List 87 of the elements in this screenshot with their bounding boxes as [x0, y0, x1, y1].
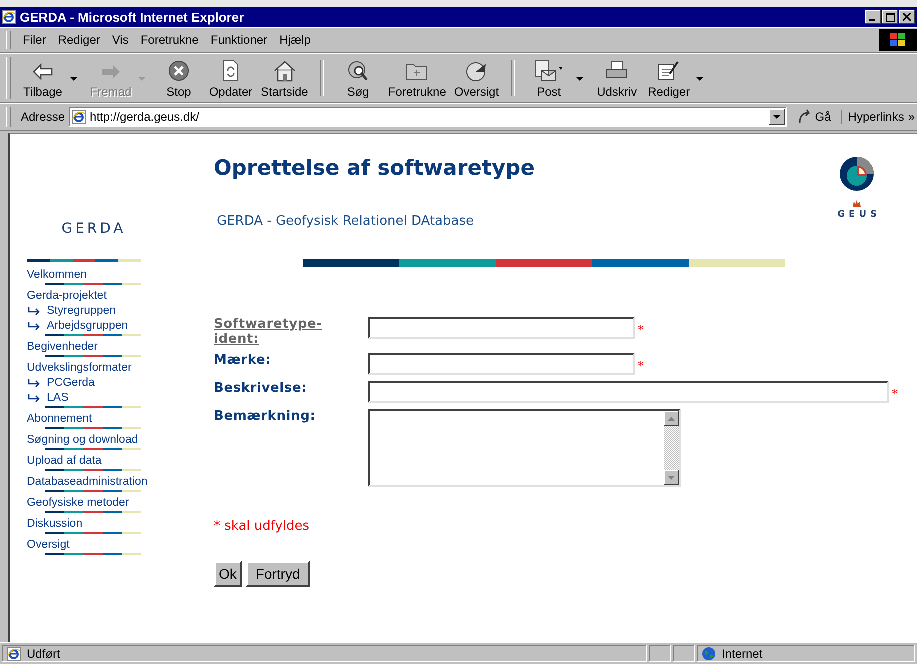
- toolbar-button[interactable]: Opdater: [205, 57, 257, 99]
- nav-link[interactable]: Gerda-projektet: [27, 289, 184, 304]
- status-pane: [649, 645, 671, 662]
- toolbar-button[interactable]: Stop: [153, 57, 205, 99]
- close-icon: [903, 13, 911, 21]
- ok-button[interactable]: Ok: [214, 561, 242, 587]
- required-mark: *: [892, 387, 898, 401]
- toolbar-button[interactable]: Foretrukne: [384, 57, 450, 99]
- toolbar-button[interactable]: Tilbage: [17, 57, 69, 99]
- minimize-button[interactable]: [865, 10, 881, 24]
- arrow-icon: [28, 307, 41, 316]
- refresh-icon: [222, 60, 240, 82]
- nav-link[interactable]: Arbejdsgruppen: [47, 319, 128, 334]
- clock-icon: [464, 60, 489, 82]
- windows-flag-icon: [879, 29, 917, 51]
- forward-arrow-icon: [100, 62, 122, 82]
- status-pane: [673, 645, 695, 662]
- mail-icon: [534, 60, 564, 82]
- brand-name: GERDA: [60, 221, 128, 237]
- required-mark: *: [638, 359, 644, 373]
- globe-icon: [702, 646, 716, 660]
- nav-link[interactable]: Diskussion: [27, 517, 184, 532]
- page-icon: [72, 110, 86, 124]
- logo-text: GEUS: [836, 210, 881, 220]
- required-mark: *: [638, 323, 644, 337]
- up-caret-icon: [668, 416, 675, 420]
- maximize-icon: [886, 12, 894, 22]
- menu-item[interactable]: Filer: [17, 31, 52, 49]
- toolbar-button[interactable]: Udskriv: [591, 57, 644, 99]
- field-label: Beskrivelse:: [214, 381, 308, 396]
- nav-link[interactable]: Begivenheder: [27, 340, 184, 355]
- dropdown-button[interactable]: [769, 109, 786, 125]
- scroll-up-button[interactable]: [664, 411, 679, 426]
- nav-link[interactable]: PCGerda: [47, 376, 95, 391]
- toolbar-button[interactable]: Oversigt: [450, 57, 504, 99]
- caret-icon: [773, 114, 782, 120]
- nav-link[interactable]: Udvekslingsformater: [27, 361, 184, 376]
- nav-link[interactable]: Databaseadministration: [27, 475, 184, 490]
- maximize-button[interactable]: [882, 10, 898, 24]
- nav-link[interactable]: Geofysiske metoder: [27, 496, 184, 511]
- nav-link[interactable]: Abonnement: [27, 412, 184, 427]
- address-field[interactable]: http://gerda.geus.dk/: [69, 107, 788, 127]
- arrow-icon: [28, 322, 41, 331]
- menu-item[interactable]: Rediger: [52, 31, 106, 49]
- nav-link[interactable]: Velkommen: [27, 268, 184, 283]
- window-title: GERDA - Microsoft Internet Explorer: [20, 10, 246, 24]
- home-icon: [272, 60, 297, 82]
- address-label: Adresse: [21, 110, 66, 124]
- page-title: Oprettelse af softwaretype: [214, 156, 535, 182]
- menu-item[interactable]: Funktioner: [204, 31, 274, 49]
- search-icon: [346, 60, 370, 82]
- notepad-pen-icon: [657, 60, 682, 82]
- field-label-link[interactable]: Softwaretype-ident:: [214, 317, 344, 347]
- go-button[interactable]: Gå: [791, 109, 838, 125]
- page-subtitle: GERDA - Geofysisk Relationel DAtabase: [217, 214, 476, 229]
- text-field[interactable]: [368, 381, 889, 403]
- field-label: Bemærkning:: [214, 409, 317, 424]
- nav-link[interactable]: Styregruppen: [47, 304, 116, 319]
- toolbar-button[interactable]: Rediger: [643, 57, 696, 99]
- required-note: * skal udfyldes: [214, 519, 311, 534]
- back-arrow-icon: [32, 62, 54, 82]
- nav-link[interactable]: Upload af data: [27, 454, 184, 469]
- scroll-down-button[interactable]: [664, 470, 679, 485]
- nav-link[interactable]: Søgning og download: [27, 433, 184, 448]
- zone-text: Internet: [722, 646, 763, 660]
- arrow-icon: [28, 394, 41, 403]
- toolbar-button[interactable]: Post: [523, 57, 576, 99]
- field-label: Mærke:: [214, 353, 272, 368]
- nav-link[interactable]: LAS: [47, 391, 69, 406]
- caret-icon: [668, 476, 675, 480]
- close-button[interactable]: [899, 10, 915, 24]
- menu-item[interactable]: Vis: [106, 31, 135, 49]
- cancel-button[interactable]: Fortryd: [246, 561, 310, 587]
- browser-icon: [2, 10, 16, 24]
- arrow-icon: [28, 379, 41, 388]
- nav-link[interactable]: Oversigt: [27, 538, 184, 553]
- links-button[interactable]: Hyperlinks »: [841, 110, 917, 124]
- menu-item[interactable]: Foretrukne: [134, 31, 205, 49]
- status-text: Udført: [27, 646, 60, 660]
- stop-icon: [168, 60, 190, 82]
- toolbar-button[interactable]: Søg: [332, 57, 384, 99]
- menu-item[interactable]: Hjælp: [274, 31, 317, 49]
- toolbar-button[interactable]: Startside: [257, 57, 312, 99]
- crown-icon: [852, 198, 862, 208]
- text-field[interactable]: [368, 317, 635, 339]
- text-area[interactable]: [368, 409, 681, 487]
- text-field[interactable]: [368, 353, 635, 375]
